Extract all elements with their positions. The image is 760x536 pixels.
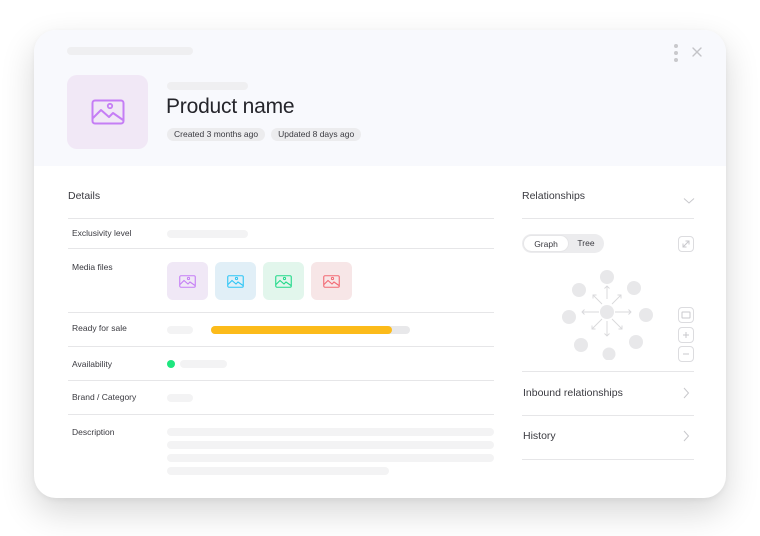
description-line [167,454,494,462]
details-heading: Details [68,190,101,202]
graph-edge [591,318,603,330]
progress-fill [211,326,393,334]
image-icon [275,274,292,288]
created-badge: Created 3 months ago [167,128,266,141]
exclusivity-level-label: Exclusivity level [72,228,132,238]
chevron-right-icon [683,430,690,442]
kebab-dot [674,58,678,62]
graph-edge [592,294,603,305]
kebab-dot [674,51,678,55]
graph-node [627,281,641,295]
zoom-in-button[interactable] [678,327,694,343]
divider [68,414,494,415]
history-item[interactable]: History [522,430,694,450]
graph-edge [611,294,622,305]
description-line [167,428,494,436]
zoom-in-icon [683,332,689,338]
divider [522,415,694,416]
history-label: History [523,430,556,442]
divider [68,312,494,313]
graph-node [574,338,588,352]
graph-edge [581,309,599,315]
image-icon [179,274,196,288]
product-details-card: Product name Created 3 months ago Update… [34,30,726,498]
graph-center-node [600,305,614,319]
relationship-graph [562,270,653,360]
more-options-button[interactable] [671,44,681,62]
graph-edge [604,285,610,299]
graph-edge [611,318,623,330]
breadcrumb-placeholder [67,47,193,55]
subtitle-placeholder [167,82,248,90]
description-label: Description [72,427,115,437]
divider [522,371,694,372]
relationships-heading: Relationships [522,190,586,202]
ready-for-sale-value [167,326,193,334]
divider [522,218,694,219]
zoom-out-icon [683,353,689,355]
fit-screen-button[interactable] [678,307,694,323]
zoom-out-button[interactable] [678,346,694,362]
media-file-2[interactable] [215,262,256,300]
divider [68,346,494,347]
product-header: Product name Created 3 months ago Update… [34,30,726,166]
inbound-relationships-label: Inbound relationships [523,387,623,399]
updated-badge: Updated 8 days ago [271,128,362,141]
divider [68,248,494,249]
divider [68,380,494,381]
graph-node [600,270,614,284]
tree-view-tab[interactable]: Tree [570,234,602,253]
image-icon [91,99,124,125]
graph-node [639,308,653,322]
brand-category-label: Brand / Category [72,392,137,402]
graph-edge [615,309,632,315]
view-toggle: Graph Tree [522,234,604,253]
divider [522,459,694,460]
graph-node [629,335,643,349]
fit-screen-icon [681,311,691,319]
media-files-label: Media files [72,262,113,272]
media-file-3[interactable] [263,262,304,300]
ready-for-sale-label: Ready for sale [72,323,127,333]
graph-node [572,283,586,297]
product-thumbnail[interactable] [67,75,148,149]
product-name: Product name [166,95,295,118]
exclusivity-level-value [167,230,248,238]
description-line [167,441,494,449]
relationships-collapse-button[interactable] [683,192,695,204]
divider [68,218,494,219]
availability-status-dot [167,360,175,368]
timestamp-badges: Created 3 months ago Updated 8 days ago [167,128,362,141]
ready-for-sale-progress [211,326,410,334]
image-icon [227,274,244,288]
close-icon [692,47,702,57]
chevron-down-icon [683,198,695,204]
inbound-relationships-item[interactable]: Inbound relationships [522,387,694,407]
image-icon [323,274,340,288]
graph-view-tab[interactable]: Graph [523,235,569,252]
availability-value [180,360,227,368]
expand-graph-button[interactable] [678,236,694,252]
graph-node [602,347,616,360]
expand-icon [682,240,690,248]
graph-node [562,310,576,324]
chevron-right-icon [683,387,690,399]
kebab-dot [674,44,678,48]
availability-label: Availability [72,359,113,369]
graph-edge [604,321,610,337]
media-file-4[interactable] [311,262,352,300]
media-file-1[interactable] [167,262,208,300]
brand-category-value [167,394,193,402]
close-button[interactable] [690,44,704,60]
description-line [167,467,389,475]
